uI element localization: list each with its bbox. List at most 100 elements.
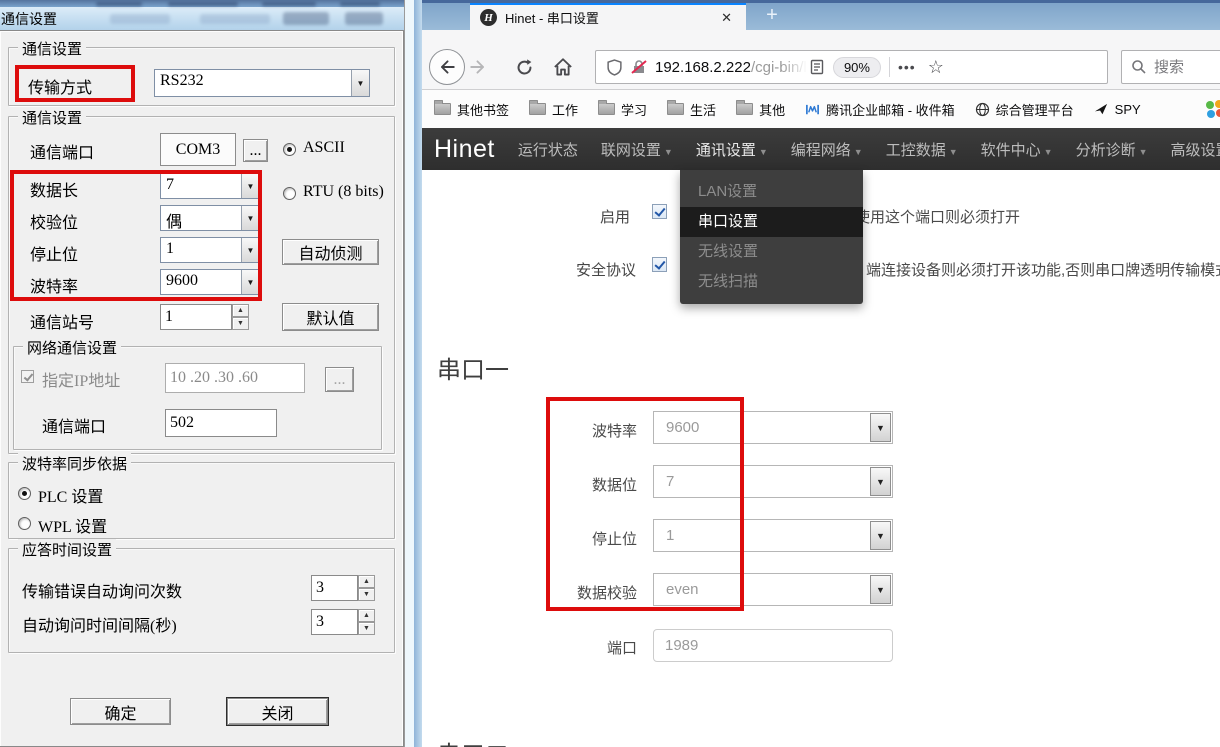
chevron-down-icon: ▼	[949, 147, 958, 157]
spin-down-icon[interactable]: ▼	[232, 317, 249, 330]
bookmark-folder[interactable]: 学习	[598, 100, 647, 119]
folder-icon	[736, 103, 753, 115]
com-browse-button[interactable]: ...	[243, 139, 268, 162]
transfer-mode-combobox[interactable]: RS232 ▼	[154, 69, 370, 97]
background-window-artifact	[283, 12, 329, 25]
ip-address-input[interactable]	[165, 363, 305, 393]
secure-protocol-hint: 端连接设备则必须打开该功能,否则串口牌透明传输模式	[866, 259, 1220, 280]
nav-network-settings[interactable]: 联网设置▼	[601, 139, 673, 160]
bookmark-star-icon[interactable]: ☆	[928, 57, 944, 78]
retry-interval-input[interactable]	[311, 609, 358, 635]
net-port-input[interactable]	[165, 409, 277, 437]
folder-icon	[529, 103, 546, 115]
ascii-radio[interactable]	[283, 143, 296, 156]
search-icon	[1131, 59, 1147, 75]
wpl-setting-radio[interactable]	[18, 517, 31, 530]
chevron-down-icon[interactable]: ▼	[351, 70, 369, 96]
reload-icon[interactable]	[513, 56, 535, 78]
assign-ip-label: 指定IP地址	[42, 367, 120, 391]
background-window-artifact	[262, 2, 316, 6]
chevron-down-icon: ▼	[854, 147, 863, 157]
tracking-shield-icon[interactable]	[606, 59, 623, 76]
bookmark-colorful-icon[interactable]	[1206, 100, 1220, 118]
url-bar[interactable]: 192.168.2.222 /cgi-bin/luci/;sto 90% •••…	[595, 50, 1108, 84]
spin-down-icon[interactable]: ▼	[358, 622, 375, 635]
background-window-artifact	[168, 2, 238, 6]
spin-up-icon[interactable]: ▲	[358, 609, 375, 622]
new-tab-button[interactable]: +	[758, 3, 786, 29]
assign-ip-checkbox[interactable]	[21, 370, 34, 383]
nav-advanced-settings[interactable]: 高级设置	[1171, 139, 1220, 160]
enable-checkbox[interactable]	[652, 204, 667, 219]
search-bar[interactable]	[1121, 50, 1220, 84]
comm-settings-dropdown-menu: LAN设置 串口设置 无线设置 无线扫描	[680, 170, 863, 304]
retry-count-stepper[interactable]: ▲ ▼	[358, 575, 375, 601]
spin-down-icon[interactable]: ▼	[358, 588, 375, 601]
close-button[interactable]: 关闭	[227, 698, 328, 725]
retry-interval-stepper[interactable]: ▲ ▼	[358, 609, 375, 635]
bookmark-spy[interactable]: SPY	[1094, 102, 1141, 117]
chevron-down-icon[interactable]: ▼	[870, 413, 891, 442]
chevron-down-icon[interactable]: ▼	[870, 575, 891, 604]
station-number-input[interactable]	[160, 304, 232, 330]
com-port-box[interactable]: COM3	[160, 133, 236, 166]
browser-window-edge	[414, 0, 422, 747]
retry-count-input[interactable]	[311, 575, 358, 601]
bookmark-folder[interactable]: 其他	[736, 100, 785, 119]
auto-detect-button[interactable]: 自动侦测	[282, 239, 379, 265]
secure-protocol-label: 安全协议	[540, 259, 636, 280]
menu-item-wireless-settings[interactable]: 无线设置	[680, 237, 863, 267]
screenshot-stage: 通信设置 通信设置 传输方式 RS232 ▼ 通信设置 通信端口 COM3 ..…	[0, 0, 1220, 747]
annotation-red-box-transfer	[15, 65, 135, 102]
menu-item-serial-settings[interactable]: 串口设置	[680, 207, 863, 237]
chevron-down-icon: ▼	[1044, 147, 1053, 157]
home-icon[interactable]	[551, 55, 575, 79]
ip-browse-button[interactable]: ...	[325, 367, 354, 392]
bookmark-folder[interactable]: 工作	[529, 100, 578, 119]
chevron-down-icon[interactable]: ▼	[870, 521, 891, 550]
secure-protocol-checkbox[interactable]	[652, 257, 667, 272]
menu-item-lan-settings[interactable]: LAN设置	[680, 177, 863, 207]
port-input[interactable]	[653, 629, 893, 662]
nav-analysis-diagnosis[interactable]: 分析诊断▼	[1076, 139, 1148, 160]
bookmark-folder[interactable]: 生活	[667, 100, 716, 119]
bookmark-mgmt-platform[interactable]: 综合管理平台	[975, 100, 1074, 119]
folder-icon	[667, 103, 684, 115]
group-legend: 通信设置	[18, 107, 86, 128]
nav-programming-network[interactable]: 编程网络▼	[791, 139, 863, 160]
plc-setting-radio[interactable]	[18, 487, 31, 500]
insecure-lock-icon[interactable]	[631, 59, 647, 75]
spin-up-icon[interactable]: ▲	[232, 304, 249, 317]
nav-run-status[interactable]: 运行状态	[518, 139, 578, 160]
search-input[interactable]	[1154, 59, 1220, 76]
chevron-down-icon[interactable]: ▼	[870, 467, 891, 496]
serial-port-1-heading: 串口一	[437, 350, 509, 385]
globe-icon	[975, 102, 990, 117]
tab-close-icon[interactable]: ✕	[717, 8, 736, 28]
enable-hint: 使用这个端口则必须打开	[855, 206, 1020, 227]
rtu-radio[interactable]	[283, 187, 296, 200]
ok-button[interactable]: 确定	[70, 698, 171, 725]
nav-comm-settings[interactable]: 通讯设置▼	[696, 139, 768, 160]
reader-mode-icon[interactable]	[809, 59, 825, 75]
bookmark-folder[interactable]: 其他书签	[434, 100, 509, 119]
background-window-artifact	[340, 2, 380, 6]
bookmarks-bar: 其他书签 工作 学习 生活 其他 腾讯企业邮箱 - 收件箱 综合管理平台 SPY	[422, 90, 1220, 128]
forward-button[interactable]	[466, 58, 490, 76]
hinet-logo[interactable]: Hinet	[434, 135, 495, 164]
nav-industrial-data[interactable]: 工控数据▼	[886, 139, 958, 160]
page-actions-icon[interactable]: •••	[898, 59, 916, 75]
back-button[interactable]	[429, 49, 465, 85]
nav-software-center[interactable]: 软件中心▼	[981, 139, 1053, 160]
default-values-button[interactable]: 默认值	[282, 303, 379, 331]
annotation-red-box-serial-params	[10, 170, 262, 301]
station-number-label: 通信站号	[30, 309, 94, 333]
station-number-stepper[interactable]: ▲ ▼	[232, 304, 249, 330]
zoom-level-badge[interactable]: 90%	[833, 57, 881, 78]
bookmark-tencent-mail[interactable]: 腾讯企业邮箱 - 收件箱	[805, 100, 955, 119]
url-path: /cgi-bin/luci/;sto	[751, 59, 807, 76]
spin-up-icon[interactable]: ▲	[358, 575, 375, 588]
background-window-artifact	[200, 14, 270, 24]
menu-item-wireless-scan[interactable]: 无线扫描	[680, 267, 863, 297]
browser-tab[interactable]: H Hinet - 串口设置 ✕	[470, 3, 746, 30]
